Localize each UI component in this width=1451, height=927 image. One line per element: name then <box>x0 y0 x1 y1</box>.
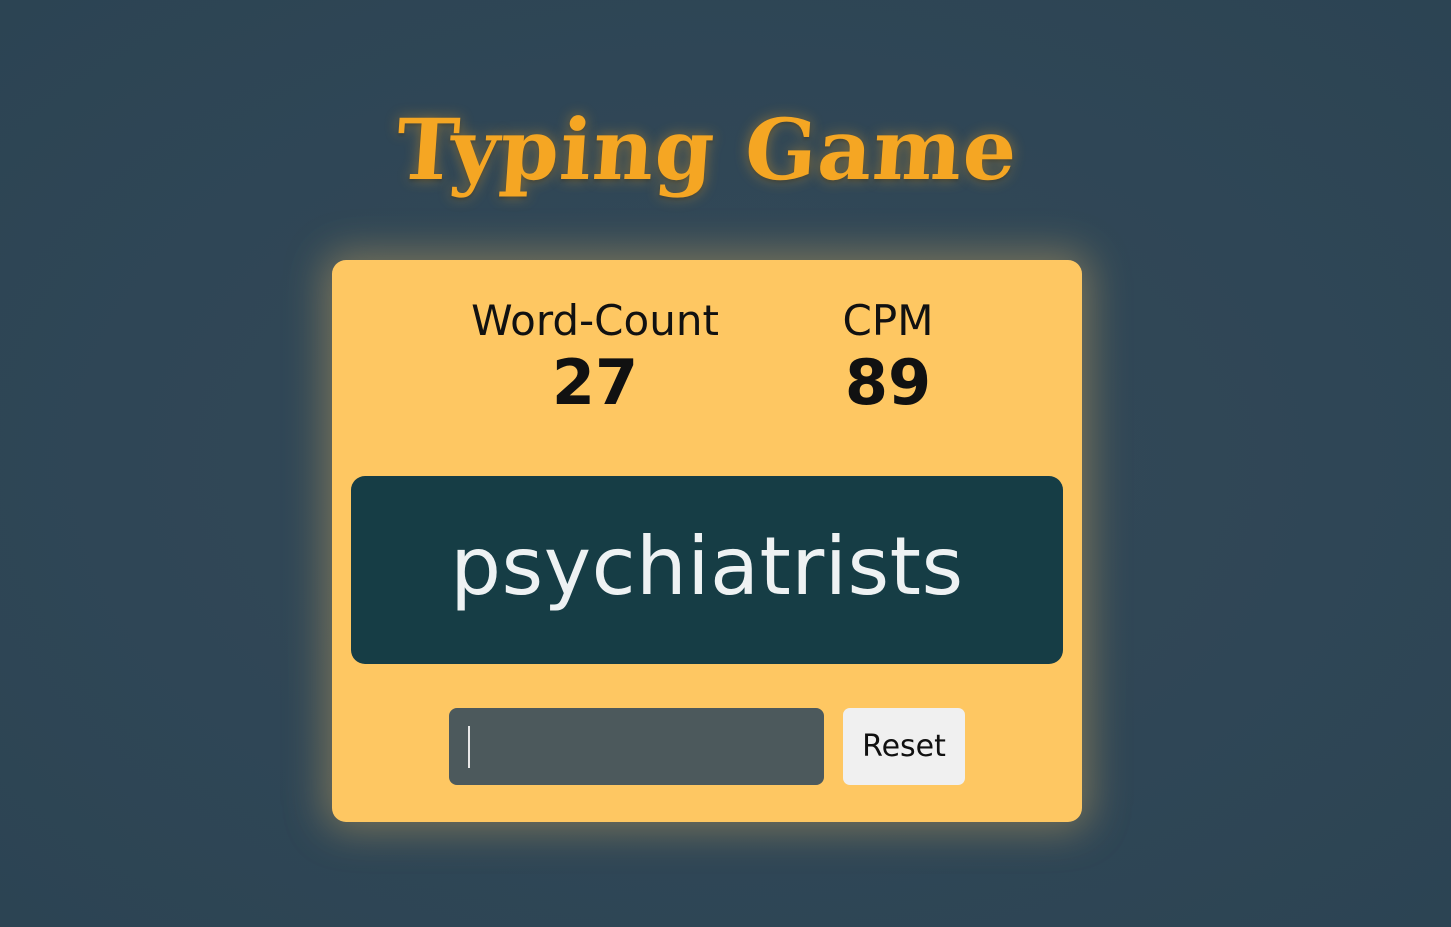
cpm-label: CPM <box>842 296 934 345</box>
target-word: psychiatrists <box>450 520 964 613</box>
target-word-display: psychiatrists <box>351 476 1063 664</box>
word-count-label: Word-Count <box>471 296 719 345</box>
word-count-stat: Word-Count 27 <box>465 300 725 414</box>
word-count-value: 27 <box>551 346 639 419</box>
reset-button[interactable]: Reset <box>843 708 965 785</box>
cpm-stat: CPM 89 <box>758 300 1018 414</box>
typing-input[interactable] <box>449 708 824 785</box>
game-panel: Word-Count 27 CPM 89 psychiatrists Reset <box>332 260 1082 822</box>
text-caret <box>468 726 470 768</box>
game-title: Typing Game <box>392 100 1022 199</box>
cpm-value: 89 <box>844 346 932 419</box>
